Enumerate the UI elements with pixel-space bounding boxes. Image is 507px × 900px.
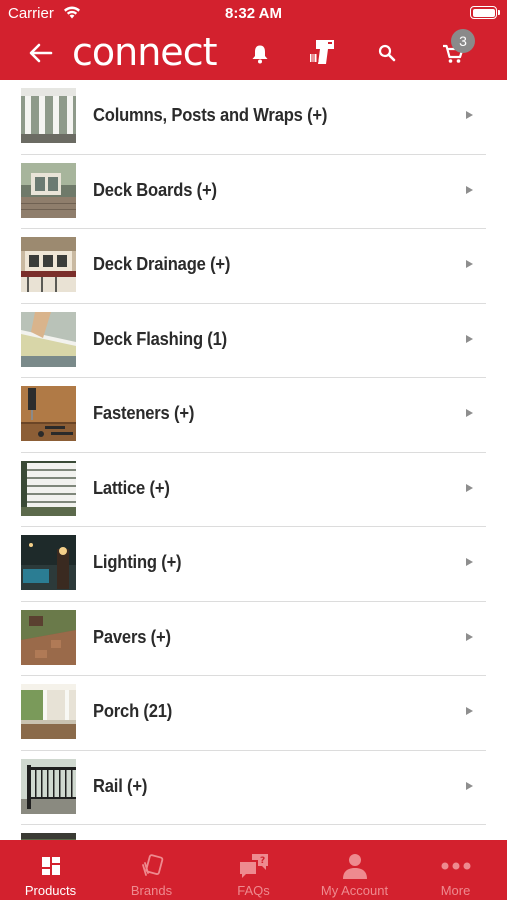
grid-icon	[0, 852, 101, 880]
app-header: Carrier 8:32 AM connect 3	[0, 0, 507, 80]
list-item[interactable]: Fasteners (+)	[0, 378, 507, 453]
disclosure-arrow-icon	[466, 111, 473, 119]
list-item[interactable]: Deck Drainage (+)	[0, 229, 507, 304]
category-thumbnail	[21, 311, 76, 367]
category-label: Deck Flashing (1)	[93, 328, 227, 349]
category-thumbnail	[21, 237, 76, 292]
disclosure-arrow-icon	[466, 185, 473, 194]
tab-label: Products	[24, 883, 77, 898]
tab-label: Brands	[130, 883, 173, 898]
category-thumbnail	[21, 88, 76, 143]
category-thumbnail	[21, 535, 76, 590]
disclosure-arrow-icon	[466, 260, 473, 268]
category-list: Columns, Posts and Wraps (+) Deck Boards…	[0, 80, 507, 840]
category-label: Lighting (+)	[93, 552, 182, 572]
disclosure-arrow-icon	[466, 558, 473, 566]
disclosure-arrow-icon	[466, 409, 473, 417]
category-label: Columns, Posts and Wraps (+)	[93, 105, 328, 125]
list-item[interactable]: Lighting (+)	[0, 527, 507, 602]
category-label: Fasteners (+)	[93, 403, 195, 423]
tab-more[interactable]: More	[405, 840, 506, 900]
category-thumbnail	[21, 162, 76, 218]
tab-faqs[interactable]: ? FAQs	[203, 840, 304, 900]
list-item[interactable]: Lattice (+)	[0, 453, 507, 527]
battery-icon	[470, 6, 500, 19]
tab-products[interactable]: Products	[0, 840, 101, 900]
search-icon[interactable]	[374, 40, 400, 66]
list-item[interactable]: Rail (+)	[0, 751, 507, 825]
disclosure-arrow-icon	[466, 483, 473, 492]
tab-brands[interactable]: Brands	[101, 840, 202, 900]
category-thumbnail	[21, 460, 76, 516]
list-item[interactable]: Columns, Posts and Wraps (+)	[0, 80, 507, 155]
list-item[interactable]: Deck Flashing (1)	[0, 304, 507, 378]
back-arrow-icon[interactable]	[24, 38, 58, 68]
category-label: Deck Drainage (+)	[93, 254, 231, 274]
status-bar: Carrier 8:32 AM	[0, 0, 507, 28]
user-icon	[304, 852, 405, 880]
nav-bar: connect 3	[0, 28, 507, 80]
disclosure-arrow-icon	[466, 781, 473, 790]
tab-label: More	[440, 883, 471, 898]
category-label: Porch (21)	[93, 701, 173, 721]
svg-text:connect: connect	[72, 32, 217, 74]
list-item[interactable]: Porch (21)	[0, 676, 507, 751]
tab-label: FAQs	[237, 883, 270, 898]
cart-count-badge: 3	[451, 29, 475, 53]
tab-my-account[interactable]: My Account	[304, 840, 405, 900]
disclosure-arrow-icon	[466, 334, 473, 343]
category-label: Pavers (+)	[93, 626, 171, 647]
list-item[interactable]	[0, 825, 507, 840]
bell-icon[interactable]	[246, 40, 274, 68]
disclosure-arrow-icon	[466, 707, 473, 715]
connect-logo: connect	[72, 32, 222, 74]
list-item[interactable]: Deck Boards (+)	[0, 155, 507, 229]
more-dots-icon	[405, 852, 506, 880]
barcode-scanner-icon[interactable]	[305, 34, 341, 70]
category-thumbnail	[21, 758, 76, 814]
svg-text:?: ?	[260, 856, 265, 866]
category-label: Rail (+)	[93, 775, 148, 796]
list-item[interactable]: Pavers (+)	[0, 602, 507, 676]
category-label: Deck Boards (+)	[93, 179, 217, 200]
category-thumbnail	[21, 833, 76, 840]
tab-bar: Products Brands ? FAQs My Account More	[0, 840, 507, 900]
category-thumbnail	[21, 386, 76, 441]
tab-label: My Account	[320, 883, 389, 898]
chat-bubbles-icon: ?	[203, 852, 304, 880]
category-thumbnail	[21, 684, 76, 739]
brands-icon	[101, 852, 202, 880]
category-thumbnail	[21, 609, 76, 665]
disclosure-arrow-icon	[466, 632, 473, 641]
status-time: 8:32 AM	[225, 5, 282, 22]
category-label: Lattice (+)	[93, 477, 170, 498]
